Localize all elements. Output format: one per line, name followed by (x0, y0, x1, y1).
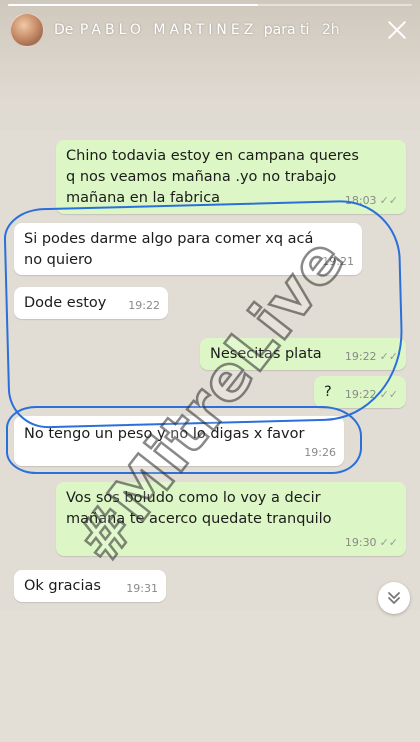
story-progress-fill (8, 4, 259, 6)
message-time: 19:21 (322, 255, 354, 268)
message-bubble-incoming: Si podes darme algo para comer xq acá no… (14, 223, 362, 275)
message-bubble-outgoing: ? 19:22 ✓✓ (314, 376, 406, 408)
story-time-ago: 2h (321, 22, 340, 38)
story-author-line: De PABLO MARTINEZ para ti 2h (54, 22, 340, 38)
message-meta: 19:22 ✓✓ (345, 384, 398, 405)
story-progress-bar (8, 4, 412, 6)
message-time: 18:03 (344, 194, 377, 207)
close-icon[interactable] (384, 17, 410, 43)
message-time: 19:30 (344, 536, 377, 549)
message-time: 19:26 (304, 446, 336, 459)
double-chevron-down-icon[interactable] (378, 582, 410, 614)
message-meta: 19:21 (322, 251, 354, 272)
message-time: 19:22 (344, 350, 377, 363)
story-author-name[interactable]: PABLO MARTINEZ (80, 22, 257, 38)
message-bubble-incoming: Dode estoy 19:22 (14, 287, 168, 319)
message-bubble-outgoing: Vos sos boludo como lo voy a decir mañan… (56, 482, 406, 556)
message-bubble-outgoing: Chino todavia estoy en campana queres q … (56, 140, 406, 214)
message-bubble-incoming: No tengo un peso y no lo digas x favor 1… (14, 416, 344, 466)
message-text: Si podes darme algo para comer xq acá no… (24, 231, 314, 268)
story-header: De PABLO MARTINEZ para ti 2h (10, 12, 410, 48)
message-text: No tengo un peso y no lo digas x favor (24, 426, 305, 442)
message-bubble-incoming: Ok gracias 19:31 (14, 570, 166, 602)
read-receipt-icon: ✓✓ (379, 536, 398, 549)
story-bottom-area (0, 610, 420, 742)
message-meta: 19:22 (128, 295, 160, 316)
message-time: 19:31 (126, 582, 158, 595)
read-receipt-icon: ✓✓ (379, 350, 398, 363)
message-meta: 19:22 ✓✓ (345, 346, 398, 367)
story-audience: para ti (263, 22, 310, 38)
message-meta: 19:26 (304, 442, 336, 463)
message-meta: 19:31 (126, 578, 158, 599)
message-meta: 19:30 ✓✓ (345, 532, 398, 553)
message-meta: 18:03 ✓✓ (345, 190, 398, 211)
message-text: Vos sos boludo como lo voy a decir mañan… (66, 490, 332, 527)
message-bubble-outgoing: Nesecitas plata 19:22 ✓✓ (200, 338, 406, 370)
read-receipt-icon: ✓✓ (379, 388, 398, 401)
message-time: 19:22 (128, 299, 160, 312)
message-time: 19:22 (344, 388, 377, 401)
chat-screenshot: Chino todavia estoy en campana queres q … (0, 130, 420, 610)
story-prefix: De (54, 22, 74, 38)
avatar[interactable] (10, 13, 44, 47)
read-receipt-icon: ✓✓ (379, 194, 398, 207)
